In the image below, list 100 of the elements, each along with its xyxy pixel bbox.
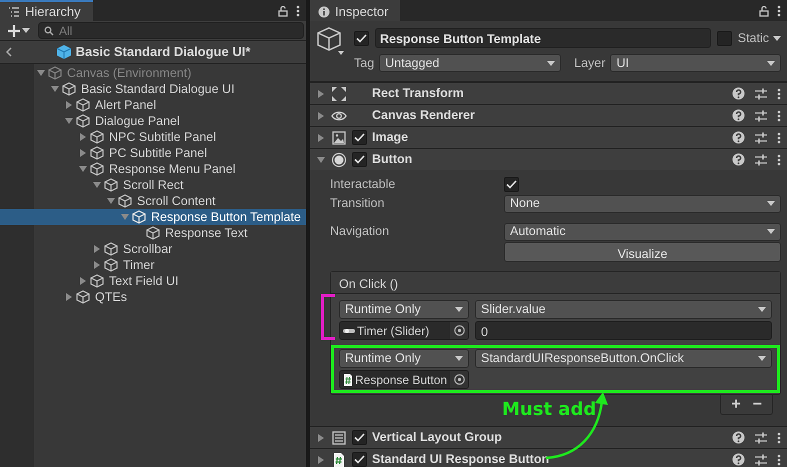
hierarchy-tab[interactable]: Hierarchy (0, 0, 93, 21)
tree-item[interactable]: PC Subtitle Panel (0, 145, 306, 161)
more-options-icon[interactable] (777, 454, 781, 466)
enable-checkbox[interactable] (352, 130, 367, 145)
enable-checkbox[interactable] (352, 152, 367, 167)
static-checkbox[interactable] (716, 30, 732, 46)
lock-icon[interactable] (278, 4, 288, 16)
visualize-button[interactable]: Visualize (504, 242, 781, 262)
tree-item[interactable]: Scrollbar (0, 241, 306, 257)
inspector-tab[interactable]: Inspector (310, 0, 400, 21)
lock-icon[interactable] (759, 4, 769, 16)
help-icon[interactable] (732, 153, 745, 166)
caret-icon[interactable] (773, 36, 781, 40)
remove-button[interactable]: − (752, 396, 762, 412)
presets-icon[interactable] (754, 432, 768, 444)
component-header[interactable]: Canvas Renderer (310, 104, 787, 126)
expand-arrow-icon[interactable] (316, 454, 326, 464)
help-icon[interactable] (732, 131, 745, 144)
tree-item[interactable]: Basic Standard Dialogue UI (0, 81, 306, 97)
expand-arrow-icon[interactable] (64, 100, 74, 110)
tree-item[interactable]: Text Field UI (0, 273, 306, 289)
expand-arrow-icon[interactable] (50, 84, 60, 94)
property-dropdown[interactable]: None (504, 194, 781, 212)
function-dropdown[interactable]: StandardUIResponseButton.OnClick (475, 349, 772, 368)
expand-arrow-icon[interactable] (64, 292, 74, 302)
presets-icon[interactable] (754, 110, 768, 122)
more-options-icon[interactable] (777, 132, 781, 144)
more-options-icon[interactable] (777, 110, 781, 122)
presets-icon[interactable] (754, 88, 768, 100)
tree-item[interactable]: Response Menu Panel (0, 161, 306, 177)
object-name-field[interactable]: Response Button Template (375, 28, 711, 48)
argument-field[interactable]: 0 (475, 321, 772, 340)
tree-item[interactable]: Alert Panel (0, 97, 306, 113)
tree-item[interactable]: NPC Subtitle Panel (0, 129, 306, 145)
expand-arrow-icon[interactable] (78, 132, 88, 142)
expand-arrow-icon[interactable] (78, 164, 88, 174)
expand-arrow-icon[interactable] (92, 180, 102, 190)
tree-item[interactable]: Scroll Rect (0, 177, 306, 193)
caret-icon[interactable] (455, 307, 463, 312)
mode-dropdown[interactable]: Runtime Only (339, 349, 469, 368)
back-icon[interactable] (6, 47, 12, 57)
more-options-icon[interactable] (296, 4, 300, 16)
component-header[interactable]: Vertical Layout Group (310, 426, 787, 448)
caret-icon[interactable] (22, 28, 30, 33)
object-picker-icon[interactable] (454, 374, 464, 385)
static-dropdown[interactable]: Static (738, 28, 781, 48)
expand-arrow-icon[interactable] (78, 276, 88, 286)
object-picker-icon[interactable] (454, 325, 464, 336)
more-options-icon[interactable] (777, 88, 781, 100)
component-header[interactable]: Rect Transform (310, 82, 787, 104)
property-checkbox[interactable] (504, 177, 519, 192)
object-field[interactable]: Timer (Slider) (339, 321, 469, 340)
caret-icon[interactable] (455, 356, 463, 361)
expand-arrow-icon[interactable] (78, 148, 88, 158)
add-button[interactable]: + (731, 396, 741, 412)
tree-item[interactable]: Timer (0, 257, 306, 273)
object-field[interactable]: Response Button (339, 370, 469, 389)
tag-dropdown[interactable]: Untagged (379, 54, 562, 72)
caret-icon[interactable] (547, 60, 556, 66)
tree-item[interactable]: QTEs (0, 289, 306, 305)
search-field[interactable]: All (38, 22, 304, 39)
caret-icon[interactable] (758, 307, 766, 312)
add-menu-button[interactable] (6, 24, 32, 36)
property-dropdown[interactable]: Automatic (504, 222, 781, 240)
expand-arrow-icon[interactable] (92, 260, 102, 270)
help-icon[interactable] (732, 87, 745, 100)
enable-checkbox[interactable] (352, 452, 367, 467)
caret-icon[interactable] (767, 229, 775, 234)
presets-icon[interactable] (754, 154, 768, 166)
caret-icon[interactable] (767, 60, 775, 66)
more-options-icon[interactable] (777, 4, 781, 16)
caret-icon[interactable] (767, 201, 775, 206)
help-icon[interactable] (732, 109, 745, 122)
layer-dropdown[interactable]: UI (610, 54, 781, 72)
mode-dropdown[interactable]: Runtime Only (339, 300, 469, 319)
expand-arrow-icon[interactable] (316, 88, 326, 98)
tree-item[interactable]: Response Button Template (0, 209, 306, 225)
expand-arrow-icon[interactable] (64, 116, 74, 126)
expand-arrow-icon[interactable] (316, 132, 326, 142)
more-options-icon[interactable] (777, 154, 781, 166)
enable-checkbox[interactable] (352, 430, 367, 445)
help-icon[interactable] (732, 431, 745, 444)
presets-icon[interactable] (754, 454, 768, 466)
object-cube-icon[interactable] (316, 27, 346, 57)
help-icon[interactable] (732, 453, 745, 466)
caret-icon[interactable] (758, 356, 766, 361)
more-options-icon[interactable] (777, 432, 781, 444)
expand-arrow-icon[interactable] (106, 196, 116, 206)
component-header[interactable]: Image (310, 126, 787, 148)
function-dropdown[interactable]: Slider.value (475, 300, 772, 319)
presets-icon[interactable] (754, 132, 768, 144)
expand-arrow-icon[interactable] (316, 432, 326, 442)
expand-arrow-icon[interactable] (316, 154, 326, 164)
tree-item[interactable]: Scroll Content (0, 193, 306, 209)
active-checkbox[interactable] (354, 30, 369, 46)
expand-arrow-icon[interactable] (92, 244, 102, 254)
expand-arrow-icon[interactable] (36, 68, 46, 78)
component-header[interactable]: Button (310, 148, 787, 170)
component-header[interactable]: Standard UI Response Button (310, 448, 787, 467)
tree-item[interactable]: Response Text (0, 225, 306, 241)
